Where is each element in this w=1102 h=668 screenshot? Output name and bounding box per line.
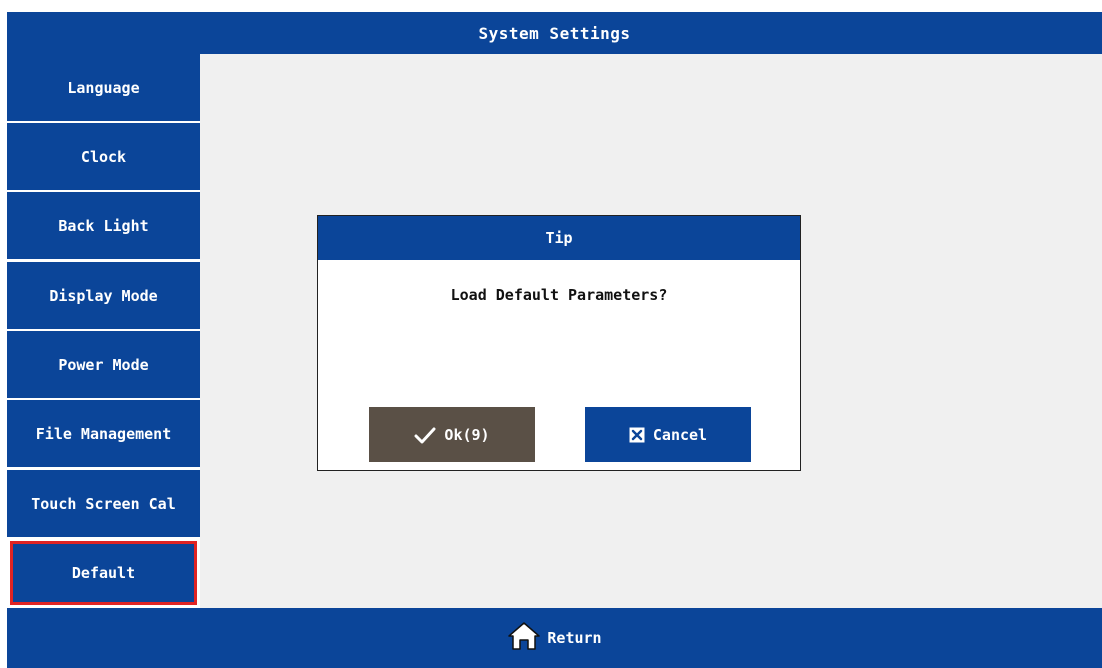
dialog-message: Load Default Parameters? [450, 286, 668, 304]
ok-button-label: Ok(9) [444, 425, 490, 444]
dialog-title: Tip [545, 229, 573, 247]
sidebar-item-language[interactable]: Language [7, 54, 200, 121]
window-title-bar: System Settings [7, 12, 1102, 54]
return-button[interactable]: Return [507, 621, 602, 655]
checkmark-icon [414, 426, 436, 444]
sidebar-item-label: Clock [80, 147, 127, 166]
sidebar-item-label: Language [67, 78, 140, 97]
dialog-title-bar: Tip [318, 216, 800, 260]
sidebar-item-power-mode[interactable]: Power Mode [7, 331, 200, 398]
cancel-button[interactable]: Cancel [585, 407, 751, 462]
return-label: Return [547, 629, 602, 647]
bottom-bar: Return [7, 608, 1102, 668]
sidebar-item-file-management[interactable]: File Management [7, 400, 200, 467]
cancel-button-label: Cancel [652, 425, 708, 444]
settings-sidebar: Language Clock Back Light Display Mode P… [7, 54, 200, 608]
sidebar-item-display-mode[interactable]: Display Mode [7, 262, 200, 329]
sidebar-item-label: Default [71, 564, 136, 582]
sidebar-item-touch-screen-cal[interactable]: Touch Screen Cal [7, 470, 200, 537]
sidebar-item-label: Display Mode [49, 286, 158, 305]
sidebar-item-label: Back Light [58, 216, 149, 235]
tip-dialog: Tip Load Default Parameters? Ok(9) Cance… [317, 215, 801, 471]
sidebar-item-default[interactable]: Default [10, 541, 197, 605]
sidebar-item-back-light[interactable]: Back Light [7, 192, 200, 259]
window-title: System Settings [478, 23, 631, 43]
ok-button[interactable]: Ok(9) [369, 407, 535, 462]
sidebar-item-clock[interactable]: Clock [7, 123, 200, 190]
home-icon [507, 621, 541, 655]
sidebar-item-label: Power Mode [58, 355, 149, 374]
sidebar-item-label: Touch Screen Cal [31, 494, 176, 513]
x-box-icon [629, 427, 645, 443]
sidebar-item-label: File Management [35, 424, 172, 443]
